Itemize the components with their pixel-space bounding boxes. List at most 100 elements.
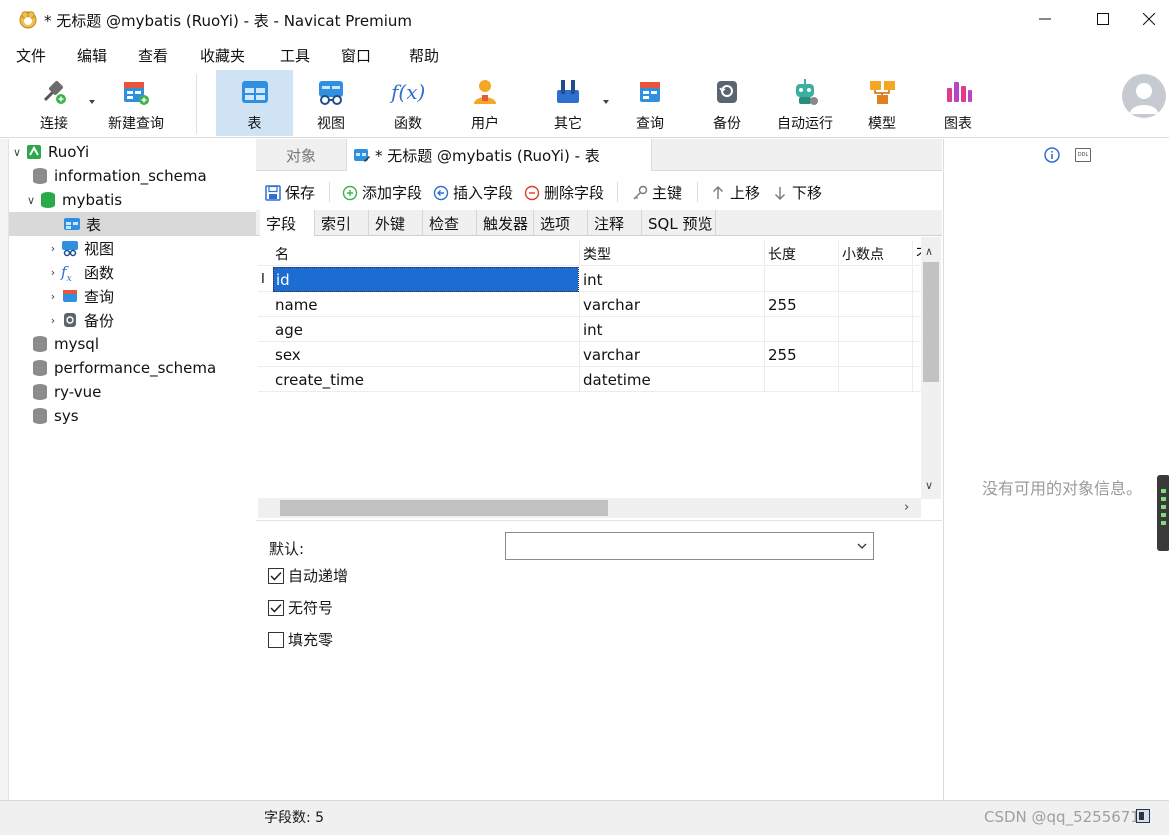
save-button[interactable]: 保存 <box>265 182 315 203</box>
tree-db-sys[interactable]: sys <box>9 404 256 428</box>
delete-field-button[interactable]: 删除字段 <box>524 182 604 203</box>
field-length-cell[interactable] <box>765 267 839 292</box>
field-name-cell[interactable]: age <box>272 317 580 342</box>
column-header-length[interactable]: 长度 <box>765 241 839 266</box>
chevron-down-icon[interactable]: ∨ <box>925 479 933 492</box>
maximize-button[interactable] <box>1070 0 1136 38</box>
field-decimal-cell[interactable] <box>839 267 913 292</box>
column-header-type[interactable]: 类型 <box>580 241 765 266</box>
chevron-down-icon[interactable]: ∨ <box>23 194 39 207</box>
field-length-cell[interactable] <box>765 317 839 342</box>
field-type-cell[interactable]: varchar <box>580 342 765 367</box>
tree-db-mysql[interactable]: mysql <box>9 332 256 356</box>
table-row[interactable]: create_time datetime <box>258 367 921 392</box>
table-row[interactable]: I id int <box>258 267 921 292</box>
query-button[interactable]: 查询 <box>615 70 685 136</box>
chevron-right-icon[interactable]: › <box>904 500 909 515</box>
tree-db-information-schema[interactable]: information_schema <box>9 164 256 188</box>
field-decimal-cell[interactable] <box>839 292 913 317</box>
tab-objects[interactable]: 对象 <box>256 139 346 171</box>
tree-node-view[interactable]: › 视图 <box>9 236 256 260</box>
scrollbar-thumb[interactable] <box>280 500 608 516</box>
table-row[interactable]: sex varchar 255 <box>258 342 921 367</box>
checkbox-checked-icon[interactable] <box>268 567 284 584</box>
tab-fields[interactable]: 字段 <box>260 210 315 236</box>
backup-button[interactable]: 备份 <box>692 70 762 136</box>
connect-dropdown-icon[interactable] <box>89 100 95 104</box>
zerofill-checkbox[interactable]: 填充零 <box>268 629 333 650</box>
field-length-cell[interactable]: 255 <box>765 342 839 367</box>
chart-button[interactable]: 图表 <box>923 70 993 136</box>
tab-foreign-keys[interactable]: 外键 <box>369 210 423 236</box>
user-button[interactable]: 用户 <box>450 70 520 136</box>
tree-db-performance-schema[interactable]: performance_schema <box>9 356 256 380</box>
table-row[interactable]: name varchar 255 <box>258 292 921 317</box>
other-button[interactable]: 其它 <box>533 70 603 136</box>
tree-node-query[interactable]: › 查询 <box>9 284 256 308</box>
view-button[interactable]: 视图 <box>296 70 366 136</box>
unsigned-checkbox[interactable]: 无符号 <box>268 597 333 618</box>
field-name-cell[interactable]: create_time <box>272 367 580 392</box>
menu-tools[interactable]: 工具 <box>280 45 310 66</box>
tab-checks[interactable]: 检查 <box>423 210 477 236</box>
tab-comments[interactable]: 注释 <box>588 210 642 236</box>
tab-sql-preview[interactable]: SQL 预览 <box>642 210 716 236</box>
minimize-button[interactable] <box>1012 0 1078 38</box>
panel-toggle-icon[interactable] <box>1136 809 1150 823</box>
field-length-cell[interactable]: 255 <box>765 292 839 317</box>
tab-indexes[interactable]: 索引 <box>315 210 369 236</box>
field-name-cell[interactable]: name <box>272 292 580 317</box>
menu-window[interactable]: 窗口 <box>341 45 371 66</box>
close-button[interactable] <box>1128 0 1169 38</box>
chevron-right-icon[interactable]: › <box>45 266 61 279</box>
tree-db-mybatis[interactable]: ∨ mybatis <box>9 188 256 212</box>
grid-vertical-scrollbar[interactable]: ∧ ∨ <box>921 237 941 499</box>
menu-file[interactable]: 文件 <box>16 45 46 66</box>
tab-table-designer[interactable]: * 无标题 @mybatis (RuoYi) - 表 <box>346 139 652 171</box>
tree-node-table[interactable]: 表 <box>9 212 256 236</box>
column-header-not-null[interactable]: 不 <box>913 241 921 266</box>
chevron-right-icon[interactable]: › <box>45 242 61 255</box>
menu-favorites[interactable]: 收藏夹 <box>200 45 245 66</box>
chevron-right-icon[interactable]: › <box>45 314 61 327</box>
field-length-cell[interactable] <box>765 367 839 392</box>
field-decimal-cell[interactable] <box>839 342 913 367</box>
field-type-cell[interactable]: datetime <box>580 367 765 392</box>
table-button[interactable]: 表 <box>216 70 293 136</box>
primary-key-button[interactable]: 主键 <box>632 182 682 203</box>
tab-options[interactable]: 选项 <box>534 210 588 236</box>
tree-connection-ruoyi[interactable]: ∨ RuoYi <box>9 140 256 164</box>
tree-node-function[interactable]: › fx 函数 <box>9 260 256 284</box>
function-button[interactable]: f(x) 函数 <box>373 70 443 136</box>
menu-view[interactable]: 查看 <box>138 45 168 66</box>
field-name-cell[interactable]: id <box>273 267 579 292</box>
move-up-button[interactable]: 上移 <box>710 182 760 203</box>
chevron-up-icon[interactable]: ∧ <box>925 245 933 258</box>
tree-node-backup[interactable]: › 备份 <box>9 308 256 332</box>
info-icon[interactable] <box>1044 147 1060 163</box>
field-type-cell[interactable]: int <box>580 267 765 292</box>
insert-field-button[interactable]: 插入字段 <box>433 182 513 203</box>
tab-triggers[interactable]: 触发器 <box>477 210 534 236</box>
checkbox-checked-icon[interactable] <box>268 599 284 616</box>
chevron-right-icon[interactable]: › <box>45 290 61 303</box>
automation-button[interactable]: 自动运行 <box>770 70 840 136</box>
move-down-button[interactable]: 下移 <box>772 182 822 203</box>
add-field-button[interactable]: 添加字段 <box>342 182 422 203</box>
ddl-icon[interactable]: DDL <box>1075 148 1091 162</box>
auto-increment-checkbox[interactable]: 自动递增 <box>268 565 348 586</box>
scrollbar-thumb[interactable] <box>923 262 939 382</box>
new-query-button[interactable]: 新建查询 <box>103 70 169 136</box>
column-header-decimal[interactable]: 小数点 <box>839 241 913 266</box>
avatar[interactable] <box>1122 74 1166 118</box>
field-name-cell[interactable]: sex <box>272 342 580 367</box>
column-header-name[interactable]: 名 <box>272 241 580 266</box>
other-dropdown-icon[interactable] <box>603 100 609 104</box>
field-decimal-cell[interactable] <box>839 367 913 392</box>
table-row[interactable]: age int <box>258 317 921 342</box>
model-button[interactable]: 模型 <box>847 70 917 136</box>
default-value-select[interactable] <box>505 532 874 560</box>
field-type-cell[interactable]: varchar <box>580 292 765 317</box>
menu-help[interactable]: 帮助 <box>409 45 439 66</box>
grid-horizontal-scrollbar[interactable]: › <box>258 498 921 518</box>
